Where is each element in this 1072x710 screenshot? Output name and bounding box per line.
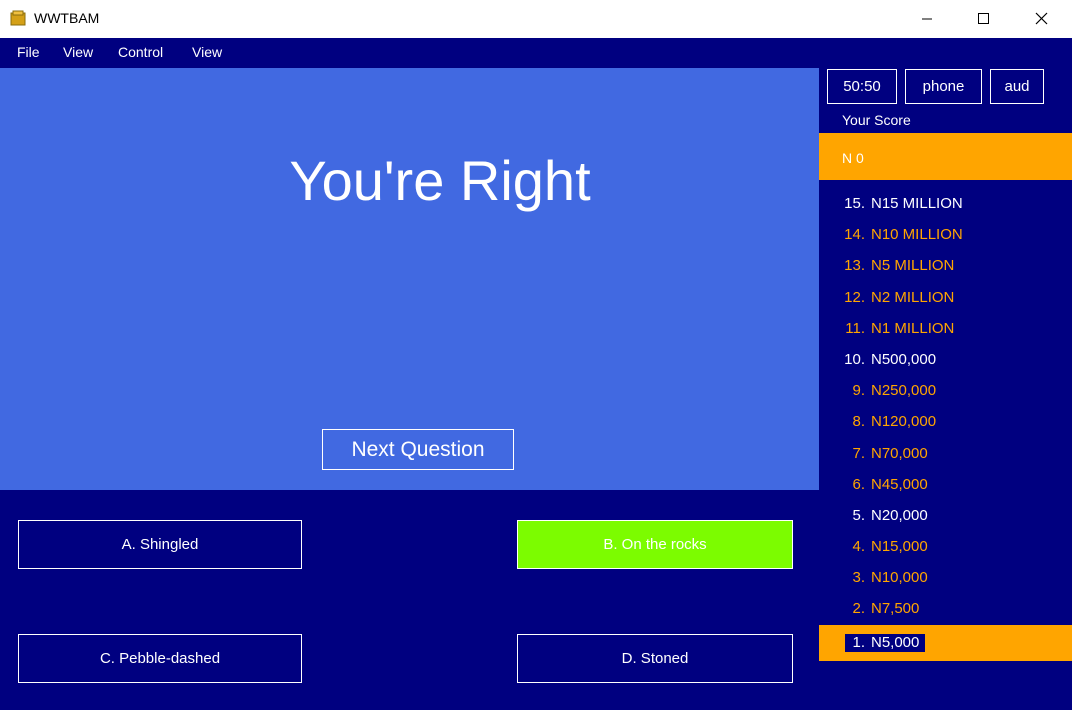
minimize-button[interactable] (898, 0, 956, 38)
rung-amount: N15 MILLION (871, 195, 963, 212)
next-question-button[interactable]: Next Question (322, 429, 514, 470)
rung-amount: N1 MILLION (871, 319, 955, 337)
rung-number: 10. (844, 350, 865, 368)
ladder-rung-12: 12. N2 MILLION (819, 282, 1072, 313)
rung-number: 3. (852, 569, 865, 587)
title-bar: WWTBAM (0, 0, 1072, 38)
money-ladder: 15. N15 MILLION 14. N10 MILLION 13. N5 MILL… (819, 188, 1072, 661)
rung-number: 15. (844, 195, 865, 212)
rung-number: 11. (845, 319, 865, 337)
score-value: N 0 (842, 150, 864, 166)
rung-amount: N15,000 (871, 538, 928, 556)
phone-friend-button[interactable]: phone (905, 69, 982, 104)
rung-amount: N20,000 (871, 506, 928, 524)
rung-amount: N120,000 (871, 413, 937, 431)
ladder-rung-5: 5. N20,000 (819, 500, 1072, 531)
rung-number: 1. (852, 633, 865, 651)
rung-amount: N2 MILLION (871, 288, 955, 306)
ladder-rung-10: 10. N500,000 (819, 344, 1072, 375)
menu-bar: File View Control View (0, 38, 1072, 68)
ladder-rung-8: 8. N120,000 (819, 406, 1072, 437)
rung-amount: N10 MILLION (871, 226, 963, 244)
answer-c-button[interactable]: C. Pebble-dashed (18, 634, 302, 683)
rung-number: 4. (852, 538, 865, 556)
ladder-rung-4: 4. N15,000 (819, 531, 1072, 562)
ladder-rung-3: 3. N10,000 (819, 562, 1072, 593)
rung-amount: N45,000 (871, 475, 928, 493)
rung-number: 5. (852, 506, 865, 524)
ladder-rung-13: 13. N5 MILLION (819, 250, 1072, 281)
minimize-icon (922, 18, 932, 20)
rung-amount: N7,500 (871, 600, 920, 618)
rung-amount: N5 MILLION (871, 257, 955, 275)
result-message: You're Right (289, 149, 591, 212)
answer-d-button[interactable]: D. Stoned (517, 634, 793, 683)
rung-number: 7. (852, 444, 865, 462)
ladder-rung-1: 1. N5,000 (819, 624, 1072, 661)
menu-control[interactable]: Control (118, 44, 163, 60)
rung-number: 8. (852, 413, 865, 431)
rung-number: 12. (844, 288, 865, 306)
ladder-rung-2: 2. N7,500 (819, 593, 1072, 624)
answer-b-button[interactable]: B. On the rocks (517, 520, 793, 569)
ladder-rung-15: 15. N15 MILLION (819, 188, 1072, 219)
question-panel: You're Right Next Question (0, 68, 819, 490)
menu-view[interactable]: View (63, 44, 93, 60)
ladder-rung-6: 6. N45,000 (819, 469, 1072, 500)
ask-audience-button[interactable]: aud (990, 69, 1044, 104)
ladder-rung-11: 11. N1 MILLION (819, 313, 1072, 344)
rung-amount: N5,000 (871, 633, 920, 651)
close-icon (1035, 12, 1048, 25)
ladder-rung-9: 9. N250,000 (819, 375, 1072, 406)
close-button[interactable] (1013, 0, 1071, 38)
maximize-icon (978, 13, 989, 24)
menu-view-2[interactable]: View (192, 44, 222, 60)
rung-number: 6. (852, 475, 865, 493)
fifty-fifty-button[interactable]: 50:50 (827, 69, 897, 104)
rung-number: 14. (844, 226, 865, 244)
rung-number: 13. (844, 257, 865, 275)
rung-amount: N500,000 (871, 350, 937, 368)
rung-number: 9. (852, 382, 865, 400)
rung-amount: N10,000 (871, 569, 928, 587)
rung-number: 2. (852, 600, 865, 618)
window-title: WWTBAM (34, 10, 100, 26)
ladder-rung-14: 14. N10 MILLION (819, 219, 1072, 250)
rung-amount: N250,000 (871, 382, 937, 400)
rung-amount: N70,000 (871, 444, 928, 462)
app-icon (10, 10, 26, 26)
menu-file[interactable]: File (17, 44, 40, 60)
ladder-rung-7: 7. N70,000 (819, 438, 1072, 469)
answer-a-button[interactable]: A. Shingled (18, 520, 302, 569)
score-label: Your Score (842, 112, 911, 128)
maximize-button[interactable] (955, 0, 1013, 38)
